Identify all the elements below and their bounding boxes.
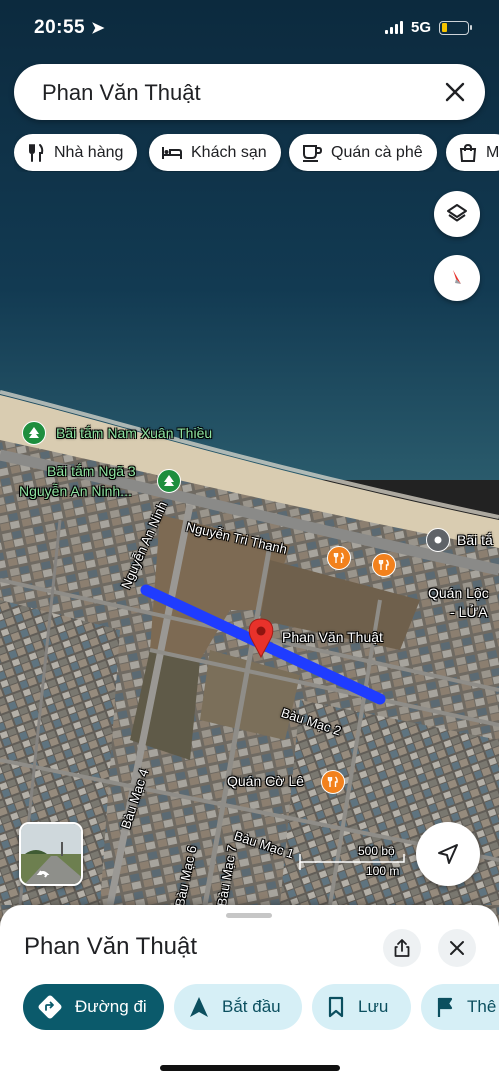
start-button[interactable]: Bắt đầu (174, 984, 302, 1030)
action-label: Lưu (358, 997, 389, 1016)
scale-metric: 100 m (366, 864, 400, 878)
restaurant-icon[interactable] (327, 546, 351, 570)
battery-icon (439, 20, 472, 35)
status-time: 20:55 ➤ (34, 17, 106, 38)
location-arrow-icon: ➤ (91, 20, 106, 37)
restaurant-icon[interactable] (372, 553, 396, 577)
directions-button[interactable]: Đường đi (23, 984, 164, 1030)
clear-search-button[interactable] (439, 76, 471, 108)
search-bar[interactable]: Phan Văn Thuật (14, 64, 485, 120)
sheet-drag-handle[interactable] (226, 913, 272, 918)
park-icon[interactable] (157, 469, 181, 493)
status-bar: 20:55 ➤ 5G (0, 0, 499, 56)
navigation-arrow-icon (190, 997, 208, 1017)
action-label: Đường đi (75, 997, 147, 1016)
add-label-button[interactable]: Thê (421, 984, 499, 1030)
home-indicator (160, 1065, 340, 1071)
fork-knife-icon (29, 143, 44, 162)
map-label-restaurant[interactable]: - LỬA (450, 604, 488, 620)
scale-imperial: 500 bộ (358, 844, 395, 858)
chip-label: Nhà hàng (54, 143, 124, 161)
chip-shopping[interactable]: M (446, 134, 499, 171)
place-title: Phan Văn Thuật (24, 933, 198, 960)
save-button[interactable]: Lưu (312, 984, 411, 1030)
action-buttons: Đường đi Bắt đầu Lưu Thê (0, 984, 499, 1030)
place-bottom-sheet[interactable]: Phan Văn Thuật Đường đi Bắt đầu Lưu Thê (0, 905, 499, 1080)
map-label-beach[interactable]: Bãi tắm Nam Xuân Thiều (56, 425, 212, 441)
network-type: 5G (410, 19, 431, 36)
layers-icon (447, 204, 467, 222)
street-view-image (21, 824, 81, 884)
flag-icon (437, 997, 453, 1017)
action-label: Bắt đầu (222, 997, 281, 1016)
category-chips: Nhà hàng Khách sạn Quán cà phê M (14, 134, 499, 172)
chip-restaurants[interactable]: Nhà hàng (14, 134, 138, 171)
navigation-arrow-icon (438, 844, 458, 864)
layers-button[interactable] (434, 191, 480, 237)
shopping-bag-icon (459, 143, 477, 162)
chip-label: Quán cà phê (331, 143, 423, 161)
close-sheet-button[interactable] (438, 929, 476, 967)
action-label: Thê (467, 997, 497, 1016)
chip-label: M (486, 143, 499, 161)
share-icon (394, 939, 410, 957)
compass-button[interactable] (434, 255, 480, 301)
restaurant-icon[interactable] (321, 770, 345, 794)
selected-place-label[interactable]: Phan Văn Thuật (282, 629, 383, 645)
map-label-beach[interactable]: Bãi tắ (457, 532, 493, 548)
bookmark-icon (328, 996, 344, 1018)
park-icon[interactable] (22, 421, 46, 445)
street-view-thumbnail[interactable] (19, 822, 83, 886)
chip-label: Khách sạn (191, 143, 267, 161)
search-query[interactable]: Phan Văn Thuật (42, 80, 201, 106)
bed-icon (162, 146, 182, 159)
coffee-cup-icon (303, 144, 323, 162)
map-label-restaurant[interactable]: Quán Lộc (428, 585, 489, 601)
map-label-beach[interactable]: Bãi tắm Ngã 3 (47, 463, 136, 479)
signal-strength-icon (384, 21, 403, 34)
map-scale: 500 bộ 100 m (298, 844, 408, 878)
my-location-button[interactable] (416, 822, 480, 886)
directions-icon (38, 995, 62, 1019)
close-icon (445, 82, 465, 102)
chip-cafes[interactable]: Quán cà phê (289, 134, 437, 171)
chip-hotels[interactable]: Khách sạn (149, 134, 281, 171)
map-label-beach[interactable]: Nguyễn An Ninh... (19, 483, 132, 499)
place-marker-icon[interactable] (426, 528, 450, 552)
compass-icon (453, 270, 461, 284)
close-icon (450, 941, 464, 955)
map-label-restaurant[interactable]: Quán Cờ Lê (227, 773, 304, 789)
share-button[interactable] (383, 929, 421, 967)
